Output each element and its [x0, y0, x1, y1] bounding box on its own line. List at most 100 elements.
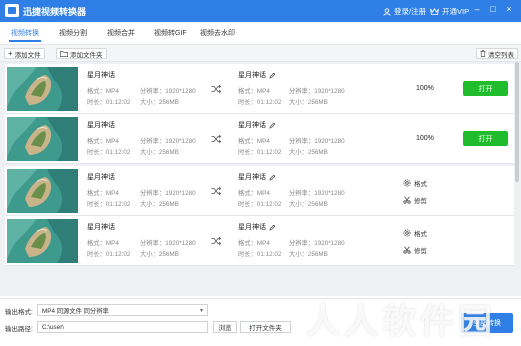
output-size: 大小：256MB [289, 201, 328, 208]
trim-label: 修剪 [414, 198, 427, 205]
list-scrollbar[interactable] [515, 62, 519, 296]
trim-label: 修剪 [414, 248, 427, 255]
output-duration: 时长：01:12:02 [238, 251, 282, 258]
add-file-button[interactable]: + 添加文件 [4, 48, 45, 59]
login-button[interactable]: 登录/注册 [383, 6, 426, 17]
vip-icon [430, 8, 439, 15]
file-list-row[interactable]: 星月神话格式：MP4 分辨率：1920*1280 时长：01:12:02 大小：256… [5, 114, 514, 164]
plus-icon: + [8, 48, 13, 58]
conversion-progress: 100% [416, 135, 434, 142]
scissors-icon [403, 196, 411, 204]
open-button[interactable]: 打开 [463, 81, 508, 96]
browse-button[interactable]: 浏览 [213, 321, 237, 333]
output-format: 格式：MP4 [238, 88, 270, 95]
source-format: 格式：MP4 [87, 88, 119, 95]
format-setting-button[interactable]: 格式 [403, 178, 427, 188]
edit-icon[interactable] [269, 122, 276, 129]
source-resolution: 分辨率：1920*1280 [140, 88, 196, 95]
app-title: 迅捷视频转换器 [23, 7, 87, 17]
tab-video-split[interactable]: 视频分割 [59, 28, 87, 38]
output-duration: 时长：01:12:02 [238, 201, 282, 208]
trash-icon [480, 50, 486, 57]
video-thumbnail [7, 117, 78, 161]
open-folder-button[interactable]: 打开文件夹 [240, 321, 291, 333]
maximize-icon[interactable]: □ [487, 4, 499, 14]
shuffle-icon [211, 236, 221, 246]
source-resolution: 分辨率：1920*1280 [140, 138, 196, 145]
output-size: 大小：256MB [289, 99, 328, 106]
shuffle-icon [211, 134, 221, 144]
output-size: 大小：256MB [289, 149, 328, 156]
output-file-name-text: 星月神话 [238, 224, 266, 231]
close-icon[interactable]: × [503, 4, 515, 14]
bottom-panel: 输出格式: MP4 同源文件 同分辨率 ▾ 输出路径: C:\user\ 浏览 … [0, 298, 521, 346]
source-resolution: 分辨率：1920*1280 [140, 190, 196, 197]
output-format: 格式：MP4 [238, 190, 270, 197]
edit-icon[interactable] [269, 174, 276, 181]
source-size: 大小：256MB [140, 99, 179, 106]
source-format: 格式：MP4 [87, 190, 119, 197]
scrollbar-thumb[interactable] [515, 62, 519, 182]
tab-video-convert[interactable]: 视频转换 [11, 28, 39, 38]
source-file-name: 星月神话 [87, 224, 115, 231]
source-file-name: 星月神话 [87, 174, 115, 181]
output-duration: 时长：01:12:02 [238, 149, 282, 156]
output-path-input[interactable]: C:\user\ [37, 321, 208, 333]
output-file-name: 星月神话 [238, 222, 276, 232]
shuffle-icon [211, 84, 221, 94]
edit-icon[interactable] [269, 224, 276, 231]
output-format-select[interactable]: MP4 同源文件 同分辨率 ▾ [37, 304, 208, 316]
source-size: 大小：256MB [140, 149, 179, 156]
source-format: 格式：MP4 [87, 240, 119, 247]
trim-button[interactable]: 修剪 [403, 245, 427, 255]
output-resolution: 分辨率：1920*1280 [289, 240, 345, 247]
output-resolution: 分辨率：1920*1280 [289, 138, 345, 145]
clear-list-label: 清空列表 [488, 51, 514, 59]
vip-button[interactable]: 开通VIP [430, 6, 469, 17]
output-file-name-text: 星月神话 [238, 72, 266, 79]
video-thumbnail-image [7, 219, 78, 263]
file-list-row[interactable]: 星月神话格式：MP4 分辨率：1920*1280 时长：01:12:02 大小：256… [5, 216, 514, 266]
format-setting-button[interactable]: 格式 [403, 228, 427, 238]
add-file-label: 添加文件 [14, 51, 41, 59]
app-logo-icon [5, 4, 19, 17]
output-path-label: 输出路径: [5, 326, 33, 333]
source-duration: 时长：01:12:02 [87, 251, 131, 258]
output-file-name: 星月神话 [238, 172, 276, 182]
minimize-icon[interactable]: – [471, 4, 483, 14]
output-format: 格式：MP4 [238, 138, 270, 145]
scissors-icon [403, 246, 411, 254]
title-bar: 迅捷视频转换器 登录/注册 开通VIP – □ × [0, 0, 521, 22]
format-setting-label: 格式 [414, 231, 427, 238]
source-file-name: 星月神话 [87, 122, 115, 129]
source-file-name: 星月神话 [87, 72, 115, 79]
gear-icon [403, 179, 411, 187]
output-resolution: 分辨率：1920*1280 [289, 190, 345, 197]
login-label: 登录/注册 [394, 7, 427, 16]
output-file-name: 星月神话 [238, 70, 276, 80]
file-list-row[interactable]: 星月神话格式：MP4 分辨率：1920*1280 时长：01:12:02 大小：256… [5, 64, 514, 114]
output-size: 大小：256MB [289, 251, 328, 258]
edit-icon[interactable] [269, 72, 276, 79]
convert-all-button[interactable]: 全部转换 [461, 313, 513, 333]
tab-video-remove-watermark[interactable]: 视频去水印 [200, 28, 235, 38]
video-thumbnail-image [7, 169, 78, 213]
add-folder-button[interactable]: 添加文件夹 [56, 48, 107, 59]
output-format: 格式：MP4 [238, 240, 270, 247]
output-file-name-text: 星月神话 [238, 122, 266, 129]
trim-button[interactable]: 修剪 [403, 195, 427, 205]
open-button[interactable]: 打开 [463, 131, 508, 146]
tab-video-merge[interactable]: 视频合并 [107, 28, 135, 38]
tab-video-to-gif[interactable]: 视频转GIF [154, 28, 187, 38]
output-resolution: 分辨率：1920*1280 [289, 88, 345, 95]
file-list-row[interactable]: 星月神话格式：MP4 分辨率：1920*1280 时长：01:12:02 大小：256… [5, 166, 514, 216]
source-duration: 时长：01:12:02 [87, 99, 131, 106]
source-duration: 时长：01:12:02 [87, 201, 131, 208]
gear-icon [403, 229, 411, 237]
video-thumbnail [7, 219, 78, 263]
output-duration: 时长：01:12:02 [238, 99, 282, 106]
video-thumbnail [7, 67, 78, 111]
clear-list-button[interactable]: 清空列表 [476, 48, 518, 59]
output-file-name-text: 星月神话 [238, 174, 266, 181]
user-icon [383, 7, 391, 16]
